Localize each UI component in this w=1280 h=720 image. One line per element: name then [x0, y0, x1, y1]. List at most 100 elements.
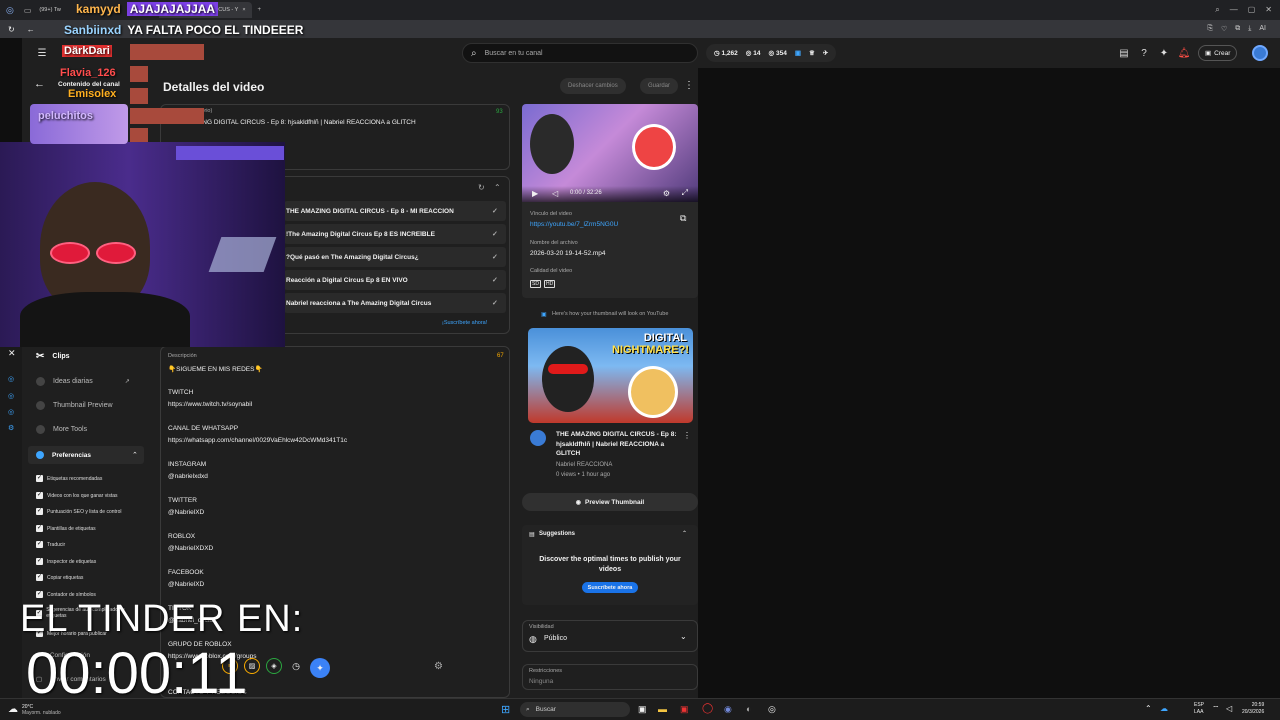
volume-icon[interactable]: ◁	[1226, 704, 1232, 713]
subscribe-now-button[interactable]: Suscríbete ahora	[582, 582, 638, 593]
list-item[interactable]: Nabriel reacciona a The Amazing Digital …	[284, 293, 506, 313]
checkbox-checked[interactable]: ✓	[36, 525, 43, 532]
settings-gear-icon[interactable]: ⚙	[434, 661, 443, 672]
back-icon[interactable]: ←	[27, 25, 35, 34]
install-icon[interactable]: ⎘	[1207, 25, 1213, 33]
create-button[interactable]: ▣ Crear	[1198, 45, 1238, 61]
language-indicator[interactable]: ESP LAA	[1194, 702, 1204, 716]
ai-generate-icon[interactable]: ✦	[310, 658, 330, 678]
clock-tool-icon[interactable]: ◷	[288, 658, 304, 674]
start-icon[interactable]: ⊞	[501, 703, 510, 716]
pref-checkbox[interactable]: ✓ Puntuación SEO y lista de control	[36, 508, 122, 515]
save-button[interactable]: Guardar	[640, 78, 679, 94]
pref-checkbox[interactable]: ✓ Copiar etiquetas	[36, 574, 83, 581]
chevron-up-icon[interactable]: ⌃	[132, 451, 138, 459]
tab-twitch[interactable]: (99+) Tw	[33, 2, 66, 18]
caption-icon[interactable]: ▤	[1116, 45, 1132, 61]
obs-icon[interactable]: ◎	[768, 704, 776, 715]
reload-icon[interactable]: ↻	[8, 25, 15, 34]
sidepanel-item[interactable]: Thumbnail Preview	[36, 401, 113, 410]
settings-icon[interactable]: ⚙	[663, 189, 670, 198]
app-icon-red[interactable]: ▣	[680, 704, 689, 715]
opera-icon[interactable]: ◯	[702, 703, 713, 714]
undo-changes-button[interactable]: Deshacer cambios	[560, 78, 626, 94]
pref-checkbox[interactable]: ✓ Plantillas de etiquetas	[36, 525, 96, 532]
checkbox-checked[interactable]: ✓	[36, 591, 43, 598]
extensions-icon[interactable]: ⧉	[1235, 25, 1240, 33]
discord-icon[interactable]: ◉	[724, 704, 732, 715]
search-tabs-icon[interactable]: ⌕	[1215, 5, 1219, 15]
refresh-icon[interactable]: ↻	[478, 183, 485, 192]
notifications-icon[interactable]: 🔔︎	[1176, 45, 1192, 61]
list-item[interactable]: Reacción a Digital Circus Ep 8 EN VIVO ✓	[284, 270, 506, 290]
fullscreen-icon[interactable]: ⤢	[682, 188, 688, 198]
download-icon[interactable]: ⤓	[1248, 25, 1251, 33]
ai-icon[interactable]: AI	[1259, 25, 1266, 33]
pref-checkbox[interactable]: ✓ Traducir	[36, 541, 65, 548]
clock[interactable]: 20:59 20/3/2026	[1242, 702, 1264, 716]
avatar[interactable]	[1252, 45, 1268, 61]
hamburger-menu-icon[interactable]: ☰	[34, 45, 50, 61]
tab-list-icon[interactable]: ▭	[24, 6, 32, 15]
weather-widget[interactable]: 20°C Mayorm. nublado	[22, 704, 61, 716]
task-view-icon[interactable]: ▣	[638, 704, 647, 715]
checkbox-checked[interactable]: ✓	[36, 492, 43, 499]
description-line: https://www.twitch.tv/soynabil	[168, 401, 253, 408]
taskbar-search[interactable]: ⌕ Buscar	[520, 702, 630, 717]
checkbox-checked[interactable]: ✓	[36, 508, 43, 515]
checkbox-checked[interactable]: ✓	[36, 574, 43, 581]
video-player[interactable]: ▶ ◁ 0:00 / 32:26 ⚙ ⤢	[522, 104, 698, 202]
bookmark-icon[interactable]: ♡	[1221, 25, 1227, 33]
back-arrow-icon[interactable]: ←	[34, 78, 45, 90]
sidepanel-item[interactable]: More Tools	[36, 425, 87, 434]
clips-item[interactable]: ✂ Clips	[36, 351, 70, 362]
tray-chevron-icon[interactable]: ⌃	[1145, 704, 1152, 713]
help-icon[interactable]: ?	[1136, 45, 1152, 61]
checkbox-checked[interactable]: ✓	[36, 475, 43, 482]
rail-icon-1[interactable]: ◎	[8, 375, 14, 383]
list-item[interactable]: The Amazing Digital Circus Ep 8 ES INCRE…	[284, 224, 506, 244]
steam-icon[interactable]: ◐	[746, 704, 751, 714]
extension-stats-badge[interactable]: ◷ 1,262 ◎ 14 ◎ 354 ▣ ♕ ✈	[706, 44, 837, 62]
list-item[interactable]: ¿Qué pasó en The Amazing Digital Circus?…	[284, 247, 506, 267]
wifi-icon[interactable]: ⌔	[1212, 704, 1220, 714]
sparkle-icon[interactable]: ✦	[1156, 45, 1172, 61]
copy-icon[interactable]: ⧉	[680, 213, 686, 224]
preview-thumbnail-button[interactable]: ◉ Preview Thumbnail	[522, 493, 698, 511]
rail-icon-2[interactable]: ◎	[8, 392, 14, 400]
more-options-icon[interactable]: ⋮	[684, 80, 694, 91]
channel-content-link[interactable]: Contenido del canal	[58, 81, 120, 88]
pref-checkbox[interactable]: ✓ Videos con los que ganar vistas	[36, 492, 118, 499]
close-window-icon[interactable]: ✕	[1265, 5, 1272, 15]
quality-label: Calidad del video	[530, 268, 573, 274]
browser-menu-icon[interactable]: ◎	[6, 5, 14, 16]
minimize-icon[interactable]: —	[1230, 5, 1238, 15]
checkbox-checked[interactable]: ✓	[36, 558, 43, 565]
file-explorer-icon[interactable]: ▬	[658, 704, 667, 714]
rail-icon-3[interactable]: ◎	[8, 408, 14, 416]
sidepanel-item[interactable]: Ideas diarias ↗	[36, 377, 130, 386]
close-panel-icon[interactable]: ✕	[8, 348, 16, 359]
quality-sd-badge: SD	[530, 280, 541, 288]
chevron-up-icon[interactable]: ⌃	[494, 183, 501, 192]
maximize-icon[interactable]: ▢	[1248, 5, 1256, 15]
video-link[interactable]: https://youtu.be/7_lZrm5NG0U	[530, 221, 618, 228]
pref-checkbox[interactable]: ✓ Etiquetas recomendadas	[36, 475, 102, 482]
subscribe-now-link[interactable]: ¡Suscríbete ahora!	[442, 320, 487, 326]
search-input[interactable]: ⌕ Buscar en tu canal	[462, 43, 698, 63]
collapse-icon[interactable]: ⌃	[682, 530, 687, 537]
close-tab-icon[interactable]: ×	[242, 7, 245, 13]
checkbox-checked[interactable]: ✓	[36, 541, 43, 548]
more-vert-icon[interactable]: ⋮	[683, 431, 691, 440]
rail-icon-4[interactable]: ⚙	[8, 424, 14, 432]
list-item[interactable]: THE AMAZING DIGITAL CIRCUS - Ep 8 - MI R…	[284, 201, 506, 221]
tag-tool-icon[interactable]: ◈	[266, 658, 282, 674]
pref-checkbox[interactable]: ✓ Inspector de etiquetas	[36, 558, 96, 565]
pref-checkbox[interactable]: ✓ Contador de símbolos	[36, 591, 96, 598]
network-icon[interactable]: ☁	[1160, 704, 1168, 713]
volume-icon[interactable]: ◁	[552, 189, 558, 198]
play-icon[interactable]: ▶	[532, 189, 538, 198]
new-tab-icon[interactable]: +	[258, 7, 262, 13]
preview-video-title: THE AMAZING DIGITAL CIRCUS - Ep 8: hjsak…	[556, 431, 677, 457]
restrictions-label: Restricciones	[529, 668, 563, 674]
